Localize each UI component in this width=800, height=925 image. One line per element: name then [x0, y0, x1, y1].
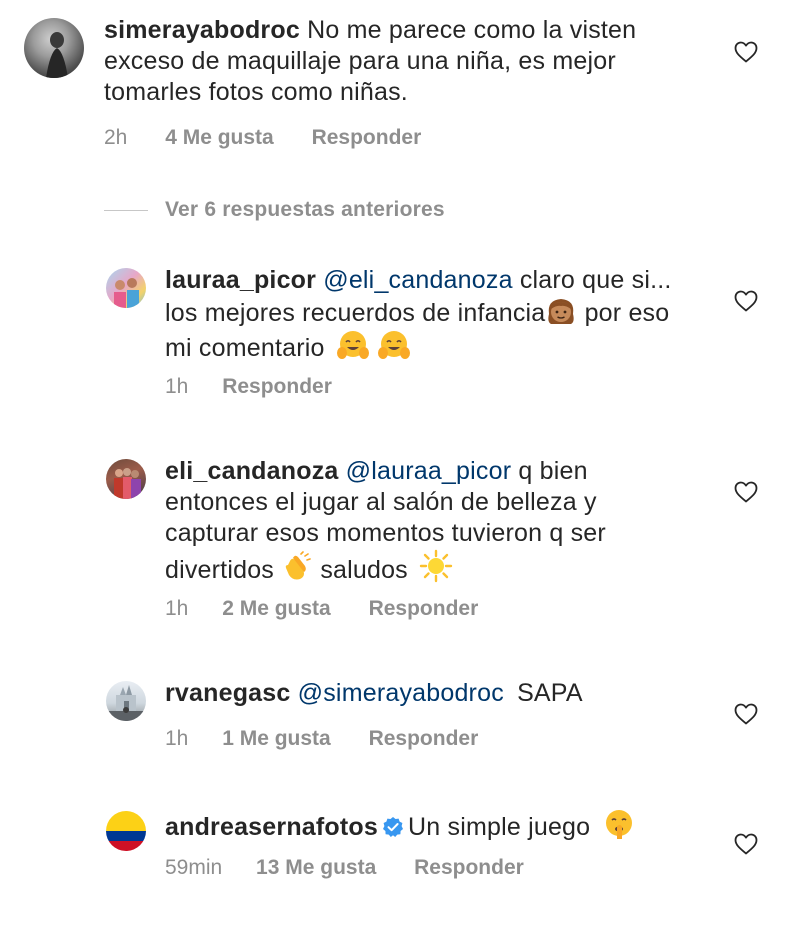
- avatar[interactable]: [106, 681, 146, 721]
- reply-button[interactable]: Responder: [414, 856, 524, 879]
- comment-username[interactable]: eli_candanoza: [165, 457, 339, 485]
- view-previous-replies[interactable]: Ver 6 respuestas anteriores: [104, 196, 445, 224]
- shushing-face-emoji: [606, 810, 633, 839]
- heart-outline-icon[interactable]: [734, 833, 758, 855]
- sun-emoji: [419, 549, 453, 583]
- comment-mention[interactable]: @eli_candanoza: [323, 266, 512, 294]
- avatar-image: [114, 468, 141, 499]
- comment-username[interactable]: andreasernafotos: [165, 813, 378, 841]
- comment-body: eli_candanoza @lauraa_picor q bien enton…: [165, 456, 685, 586]
- heart-outline-icon[interactable]: [734, 290, 758, 312]
- view-replies-label[interactable]: Ver 6 respuestas anteriores: [165, 198, 445, 222]
- girl-emoji: [548, 299, 575, 324]
- comment-body: rvanegasc @simerayabodroc SAPA: [165, 678, 685, 709]
- comment-meta: 2h 4 Me gusta Responder: [104, 126, 453, 150]
- avatar[interactable]: [106, 459, 146, 499]
- comment-time: 59min: [165, 856, 223, 879]
- likes-count[interactable]: 4 Me gusta: [165, 126, 274, 149]
- comment-mention[interactable]: @lauraa_picor: [346, 457, 512, 485]
- avatar[interactable]: [106, 811, 146, 851]
- comment-text: SAPA: [517, 679, 583, 707]
- reply-button[interactable]: Responder: [369, 727, 479, 750]
- comment-time: 1h: [165, 375, 189, 398]
- hugging-face-emoji: [377, 331, 410, 359]
- comment-text: Un simple juego: [408, 813, 591, 841]
- comment-body: simerayabodroc No me parece como la vist…: [104, 15, 704, 108]
- avatar[interactable]: [24, 18, 84, 78]
- comment-meta: 59min 13 Me gusta Responder: [165, 856, 556, 880]
- reply-button[interactable]: Responder: [222, 375, 332, 398]
- comment-time: 1h: [165, 597, 189, 620]
- comment-username[interactable]: simerayabodroc: [104, 16, 300, 44]
- comment-body: lauraa_picor @eli_candanoza claro que si…: [165, 265, 685, 364]
- comment-meta: 1h Responder: [165, 375, 364, 399]
- avatar[interactable]: [106, 268, 146, 308]
- comment-username[interactable]: lauraa_picor: [165, 266, 316, 294]
- clapping-hands-emoji: [285, 551, 311, 580]
- comment-username[interactable]: rvanegasc: [165, 679, 291, 707]
- heart-outline-icon[interactable]: [734, 703, 758, 725]
- comment-time: 1h: [165, 727, 189, 750]
- comment-meta: 1h 2 Me gusta Responder: [165, 597, 510, 621]
- heart-outline-icon[interactable]: [734, 41, 758, 63]
- reply-button[interactable]: Responder: [312, 126, 422, 149]
- likes-count[interactable]: 2 Me gusta: [222, 597, 331, 620]
- avatar-image: [114, 278, 139, 308]
- comment-text: saludos: [320, 556, 408, 584]
- comment-time: 2h: [104, 126, 128, 149]
- heart-outline-icon[interactable]: [734, 481, 758, 503]
- likes-count[interactable]: 13 Me gusta: [256, 856, 376, 879]
- colombia-flag-avatar: [106, 811, 146, 851]
- comment-mention[interactable]: @simerayabodroc: [298, 679, 504, 707]
- avatar-image: [106, 685, 146, 721]
- hugging-face-emoji: [336, 331, 369, 359]
- avatar-image: [46, 32, 68, 78]
- comments-page: simerayabodroc No me parece como la vist…: [0, 0, 800, 925]
- reply-button[interactable]: Responder: [369, 597, 479, 620]
- comment-body: andreasernafotos Un simple juego: [165, 808, 725, 843]
- comment-meta: 1h 1 Me gusta Responder: [165, 727, 510, 751]
- likes-count[interactable]: 1 Me gusta: [222, 727, 331, 750]
- verified-badge-icon: [383, 817, 403, 837]
- divider: [104, 209, 148, 211]
